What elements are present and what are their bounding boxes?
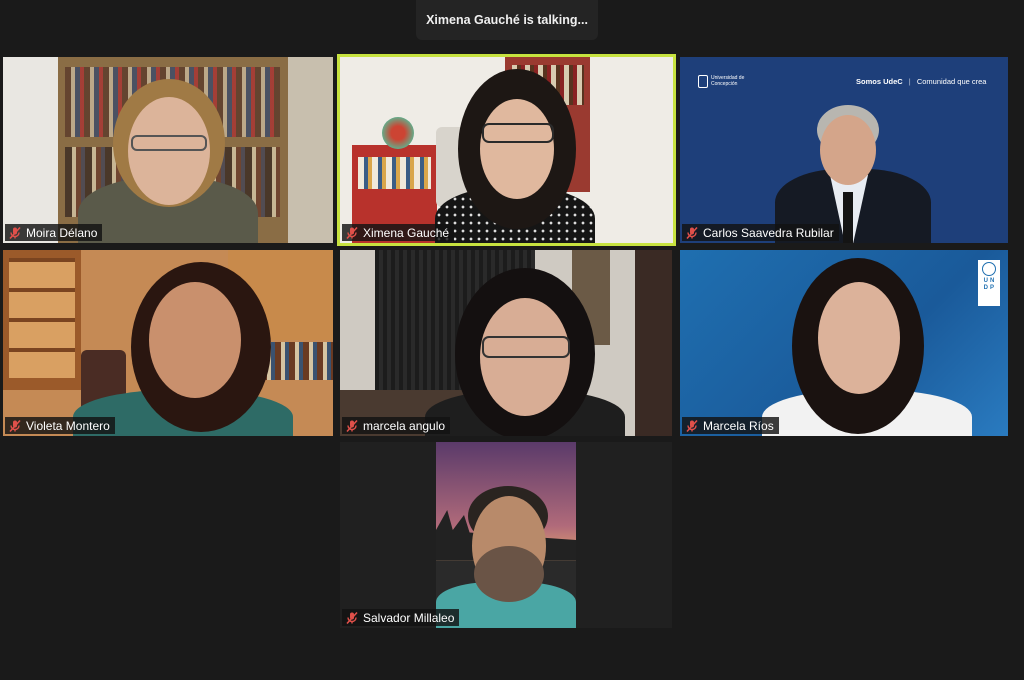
- video-tile-marcela-angulo[interactable]: marcela angulo: [340, 250, 672, 436]
- person-face: [820, 115, 876, 185]
- talking-indicator: Ximena Gauché is talking...: [416, 0, 598, 40]
- participant-name-tag: marcela angulo: [342, 417, 451, 434]
- undp-logo: U N D P: [978, 260, 1000, 306]
- video-tile-carlos-saavedra-rubilar[interactable]: Universidad de Concepción Somos UdeC | C…: [680, 57, 1008, 243]
- banner-org: Universidad de Concepción: [711, 75, 745, 87]
- video-feed: [436, 442, 576, 628]
- person-face: [818, 282, 900, 394]
- participant-name: Ximena Gauché: [363, 225, 450, 240]
- participant-name: marcela angulo: [363, 418, 446, 433]
- udec-logo-icon: [698, 75, 708, 88]
- video-bg-wall: [3, 57, 58, 243]
- participant-name: Carlos Saavedra Rubilar: [703, 225, 834, 240]
- participant-name-tag: Marcela Ríos: [682, 417, 779, 434]
- undp-letter: U: [983, 278, 988, 284]
- person-glasses: [131, 135, 207, 151]
- video-bg-door: [635, 250, 672, 436]
- participant-name: Moira Délano: [26, 225, 98, 240]
- video-bg-frame: [288, 57, 333, 243]
- muted-microphone-icon: [346, 226, 358, 239]
- video-tile-ximena-gauche[interactable]: Ximena Gauché: [337, 54, 676, 246]
- participant-name-tag: Carlos Saavedra Rubilar: [682, 224, 839, 241]
- undp-letter: D: [983, 285, 988, 291]
- banner-slogan-text: Comunidad que crea: [916, 77, 987, 86]
- video-bg-shelf-books: [358, 157, 431, 189]
- undp-letter: N: [990, 278, 995, 284]
- participant-name-tag: Salvador Millaleo: [342, 609, 460, 626]
- muted-microphone-icon: [346, 611, 358, 624]
- video-tile-marcela-rios[interactable]: U N D P Marcela Ríos: [680, 250, 1008, 436]
- muted-microphone-icon: [686, 419, 698, 432]
- video-bg-window-panes: [9, 258, 75, 378]
- talking-text: Ximena Gauché is talking...: [426, 13, 588, 27]
- video-bg-flowers: [382, 117, 414, 149]
- muted-microphone-icon: [9, 226, 21, 239]
- video-tile-salvador-millaleo[interactable]: Salvador Millaleo: [340, 442, 672, 628]
- person-glasses: [482, 123, 554, 143]
- banner-slogan: Somos UdeC | Comunidad que crea: [856, 77, 987, 86]
- video-bg-shelf-books: [261, 342, 333, 380]
- participant-name: Marcela Ríos: [703, 418, 774, 433]
- person-glasses: [482, 336, 570, 358]
- person-tie: [843, 192, 853, 243]
- banner-slogan-bold: Somos UdeC: [856, 77, 903, 86]
- person-face: [480, 99, 554, 199]
- person-beard: [474, 546, 544, 602]
- muted-microphone-icon: [346, 419, 358, 432]
- undp-letter: P: [990, 285, 995, 291]
- participant-name-tag: Violeta Montero: [5, 417, 115, 434]
- muted-microphone-icon: [686, 226, 698, 239]
- video-tile-violeta-montero[interactable]: Violeta Montero: [3, 250, 333, 436]
- person-face: [128, 97, 210, 205]
- muted-microphone-icon: [9, 419, 21, 432]
- video-tile-moira-delano[interactable]: Moira Délano: [3, 57, 333, 243]
- participant-name-tag: Ximena Gauché: [342, 224, 455, 241]
- participant-name: Violeta Montero: [26, 418, 110, 433]
- un-emblem-icon: [982, 262, 996, 276]
- participant-name-tag: Moira Délano: [5, 224, 103, 241]
- participant-name: Salvador Millaleo: [363, 610, 455, 625]
- person-face: [149, 282, 241, 398]
